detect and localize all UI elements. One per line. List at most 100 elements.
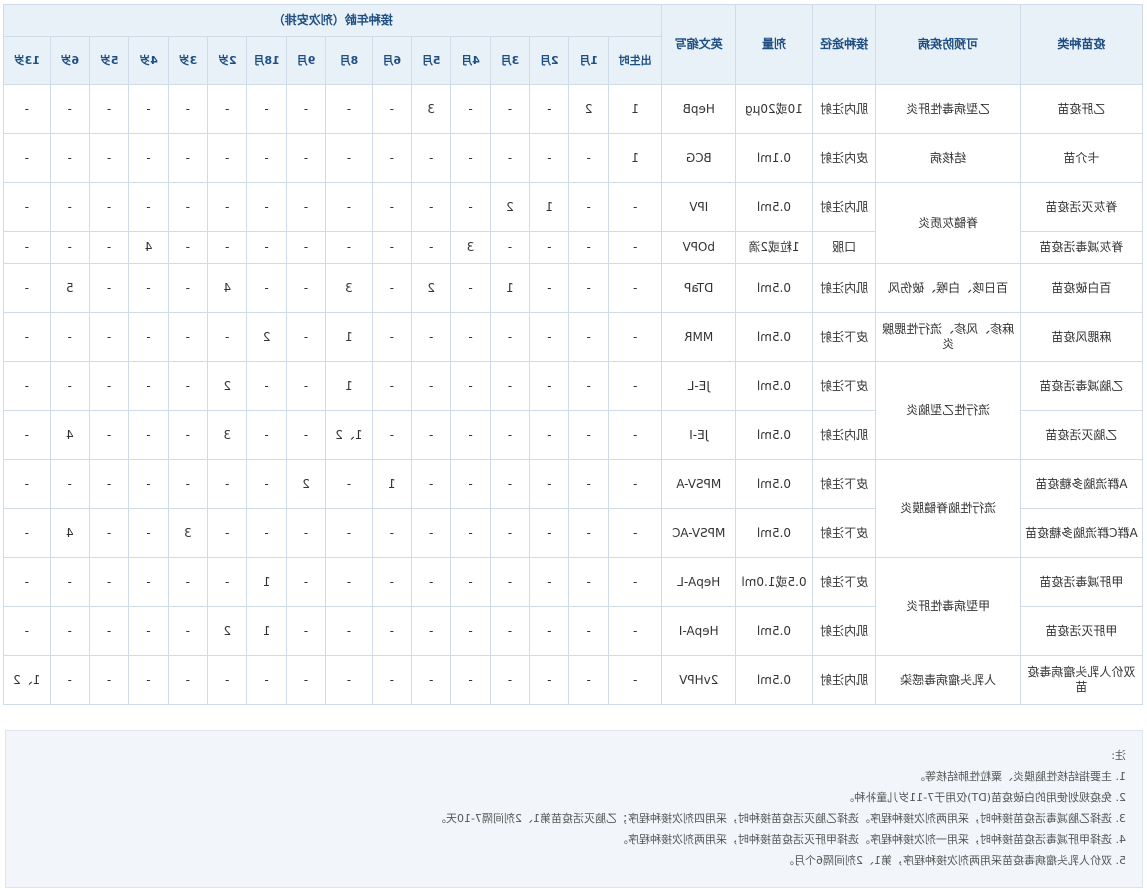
note-item-1: 1. 主要指结核性脑膜炎、粟粒性肺结核等。 xyxy=(914,770,1126,783)
table-row: 双价人乳头瘤病毒疫苗 人乳头瘤病毒感染 肌内注射 0.5ml 2vHPV - - - - - - - -… xyxy=(3,655,1143,705)
dose-cell: - xyxy=(529,361,569,411)
dose-cell: - xyxy=(89,312,129,362)
dose-cell: 4 xyxy=(50,410,90,460)
dose-cell: - xyxy=(325,508,373,558)
vaccine-name: 脊灰灭活疫苗 xyxy=(1020,182,1143,232)
dose-cell: - xyxy=(50,459,90,509)
dose-cell: 1 xyxy=(325,361,373,411)
col-header-age: 8月 xyxy=(325,36,373,85)
table-row: 乙脑减毒活疫苗 流行性乙型脑炎 皮下注射 0.5ml JE-L - - - - - - -1- -2- -… xyxy=(3,361,1143,460)
dose-cell: - xyxy=(286,508,326,558)
dose-cell: 4 xyxy=(128,231,169,264)
dose-cell: - xyxy=(450,557,491,607)
dose-cell: - xyxy=(168,410,208,460)
disease-name: 流行性乙型脑炎 xyxy=(875,361,1021,460)
dose-cell: - xyxy=(450,84,491,134)
col-header-age: 6岁 xyxy=(50,36,90,85)
dose-cell: - xyxy=(372,263,412,313)
dose-cell: - xyxy=(450,361,491,411)
dose-cell: - xyxy=(450,606,491,656)
dose-cell: - xyxy=(490,231,530,264)
table-row: A群流脑多糖疫苗 流行性脑脊髓膜炎 皮下注射 0.5ml MPSV-A - - - - - -1-2… xyxy=(3,459,1143,558)
dose-cell: - xyxy=(608,459,662,509)
dose-cell: - xyxy=(490,312,530,362)
dose-cell: 2 xyxy=(411,263,451,313)
col-header-route: 接种途径 xyxy=(812,4,876,85)
schedule-body: 乙肝疫苗 乙型病毒性肝炎 肌内注射 10或20μg HepB 1 2- - -3- - - - - - - -… xyxy=(3,84,1143,705)
dose-cell: - xyxy=(3,84,51,134)
dose-cell: - xyxy=(411,133,451,183)
route: 皮下注射 xyxy=(812,557,876,607)
dose-cell: - xyxy=(529,312,569,362)
disease-name: 麻疹、风疹、流行性腮腺炎 xyxy=(875,312,1021,362)
route: 肌内注射 xyxy=(812,655,876,705)
dose-cell: - xyxy=(569,182,609,232)
route: 皮内注射 xyxy=(812,133,876,183)
dose-cell: - xyxy=(246,231,287,264)
dose-cell: - xyxy=(325,606,373,656)
mirrored-page: 疫苗种类 可预防疾病 接种途径 剂量 英文缩写 接种年龄（剂次安排） 出生时 1月… xyxy=(0,0,1147,892)
dose-cell: - xyxy=(411,557,451,607)
abbreviation: BCG xyxy=(661,133,736,183)
dose-cell: - xyxy=(569,655,609,705)
dose-cell: - xyxy=(207,133,247,183)
dose-cell: - xyxy=(128,133,169,183)
dose-cell: - xyxy=(325,655,373,705)
dose-cell: - xyxy=(89,182,129,232)
dose-cell: - xyxy=(490,133,530,183)
col-header-age: 9月 xyxy=(286,36,326,85)
dose-cell: 2 xyxy=(207,606,247,656)
dose-cell: - xyxy=(450,459,491,509)
dose-cell: 1 xyxy=(490,263,530,313)
dose-cell: - xyxy=(325,84,373,134)
col-header-age: 3岁 xyxy=(168,36,208,85)
vaccine-name: A群C群流脑多糖疫苗 xyxy=(1020,508,1143,558)
vaccine-name: 甲肝灭活疫苗 xyxy=(1020,606,1143,656)
vaccine-name: A群流脑多糖疫苗 xyxy=(1020,459,1143,509)
dose-cell: - xyxy=(325,182,373,232)
col-header-age: 2岁 xyxy=(207,36,247,85)
col-header-age: 13岁 xyxy=(3,36,51,85)
dose-cell: - xyxy=(569,263,609,313)
dose-cell: - xyxy=(3,263,51,313)
dose-cell: - xyxy=(50,84,90,134)
dose-cell: - xyxy=(50,361,90,411)
dose-cell: - xyxy=(411,182,451,232)
abbreviation: JE-L xyxy=(661,361,736,411)
dose-cell: - xyxy=(89,84,129,134)
disease-name: 人乳头瘤病毒感染 xyxy=(875,655,1021,705)
col-header-age: 5月 xyxy=(411,36,451,85)
dose-cell: 3 xyxy=(411,84,451,134)
dose-cell: - xyxy=(3,133,51,183)
dose-cell: - xyxy=(3,410,51,460)
dose-cell: - xyxy=(89,557,129,607)
dose-cell: - xyxy=(50,133,90,183)
dose-cell: - xyxy=(207,182,247,232)
col-header-vaccine: 疫苗种类 xyxy=(1020,4,1143,85)
dose-cell: - xyxy=(50,312,90,362)
col-header-age-group: 接种年龄（剂次安排） xyxy=(3,4,662,37)
dose-cell: - xyxy=(569,312,609,362)
dose: 10或20μg xyxy=(735,84,813,134)
dose-cell: 2 xyxy=(490,182,530,232)
dose-cell: - xyxy=(207,312,247,362)
dose-cell: - xyxy=(286,182,326,232)
dose-cell: - xyxy=(608,182,662,232)
dose-cell: 1、2 xyxy=(3,655,51,705)
dose-cell: - xyxy=(207,459,247,509)
dose-cell: - xyxy=(608,557,662,607)
dose-cell: - xyxy=(372,133,412,183)
dose-cell: - xyxy=(372,84,412,134)
abbreviation: bOPV xyxy=(661,231,736,264)
dose-cell: - xyxy=(529,557,569,607)
dose-cell: - xyxy=(168,557,208,607)
dose-cell: - xyxy=(286,312,326,362)
dose-cell: 1 xyxy=(372,459,412,509)
dose-cell: - xyxy=(286,655,326,705)
dose-cell: - xyxy=(246,133,287,183)
dose-cell: 4 xyxy=(50,508,90,558)
dose-cell: 3 xyxy=(168,508,208,558)
dose-cell: - xyxy=(246,263,287,313)
dose-cell: - xyxy=(168,361,208,411)
dose: 0.5或1.0ml xyxy=(735,557,813,607)
